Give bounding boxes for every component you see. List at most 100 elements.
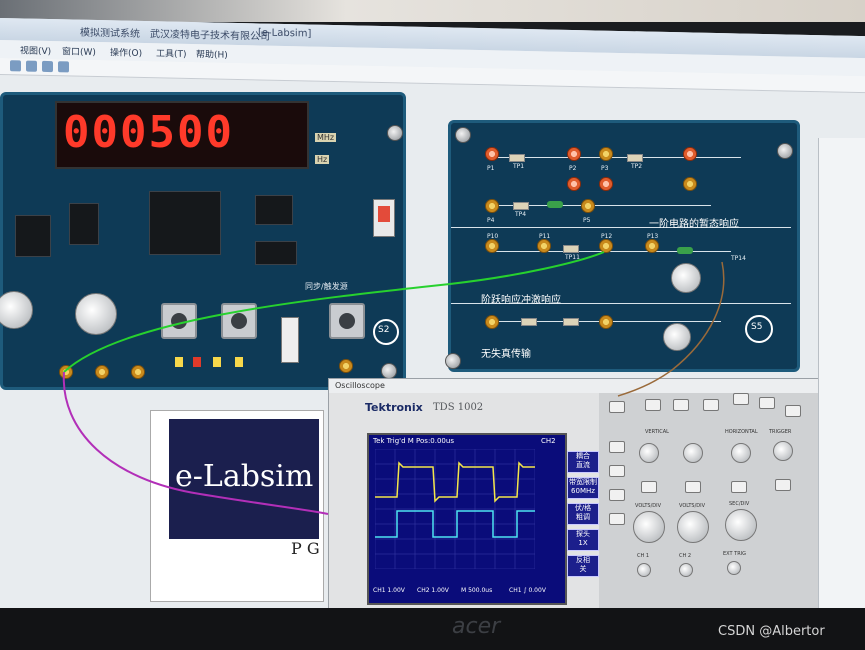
watermark: CSDN @Albertor [718, 624, 825, 639]
menu-help[interactable]: 帮助(H) [196, 47, 228, 61]
key-2[interactable] [645, 399, 661, 411]
key-3[interactable] [673, 399, 689, 411]
key-10[interactable] [609, 489, 625, 501]
jack-p5[interactable] [581, 199, 595, 213]
output-jack-2[interactable] [95, 365, 109, 379]
switch-label: 同步/触发源 [305, 282, 348, 291]
chip-mid [69, 203, 99, 245]
jack-p4[interactable] [485, 199, 499, 213]
output-jack-left[interactable] [59, 365, 73, 379]
sec-div-knob[interactable] [725, 509, 757, 541]
inductor-green [547, 201, 563, 208]
key-4[interactable] [703, 399, 719, 411]
jack-lossless-in[interactable] [485, 315, 499, 329]
menu-operate[interactable]: 操作(O) [110, 45, 142, 59]
inductor-green-2 [677, 247, 693, 254]
output-jack-4[interactable] [339, 359, 353, 373]
jack-p2[interactable] [567, 147, 581, 161]
bnc-ext-trig[interactable] [727, 561, 741, 575]
jack-p12[interactable] [599, 239, 613, 253]
trig-menu-key[interactable] [775, 479, 791, 491]
oscilloscope-window: Oscilloscope Tektronix TDS 1002 Tek Trig… [328, 378, 820, 610]
circuit-potentiometer-2[interactable] [663, 323, 691, 351]
horiz-menu-key[interactable] [731, 481, 747, 493]
side-menu-1-value: 直流 [576, 461, 590, 469]
bezel-brand: acer [452, 614, 501, 639]
toolbar-run-icon[interactable] [10, 60, 21, 72]
label-p12: P12 [601, 233, 613, 240]
side-menu-2[interactable]: 带宽限制 60MHz [567, 477, 599, 499]
jack-p11[interactable] [537, 239, 551, 253]
module-badge-s5: S5 [745, 315, 773, 343]
jack-p13[interactable] [645, 239, 659, 253]
res-tp11 [563, 245, 579, 253]
push-button-3[interactable] [329, 303, 365, 339]
toolbar-pause-icon[interactable] [26, 60, 37, 72]
jack-p9[interactable] [683, 177, 697, 191]
position-knob-ch1[interactable] [639, 443, 659, 463]
side-menu-5[interactable]: 反相关 [567, 555, 599, 577]
channel-label: CH2 [541, 437, 556, 445]
label-p1: P1 [487, 165, 495, 172]
toolbar-settings-icon[interactable] [58, 61, 69, 73]
toggle-switch[interactable] [281, 317, 299, 363]
oscilloscope-titlebar[interactable]: Oscilloscope [329, 379, 819, 393]
volts-div-knob-ch1[interactable] [633, 511, 665, 543]
menu-window[interactable]: 窗口(W) [62, 44, 96, 58]
key-8[interactable] [609, 441, 625, 453]
push-button-1[interactable] [161, 303, 197, 339]
title-company: 武汉凌特电子技术有限公司 [150, 29, 270, 43]
toolbar-stop-icon[interactable] [42, 60, 53, 73]
key-11[interactable] [609, 513, 625, 525]
fpga-chip [149, 191, 221, 255]
left-experiment-board: 000500 MHz Hz 同步/触发源 S2 [0, 92, 406, 390]
label-tp1: TP1 [513, 163, 525, 170]
trigger-level-knob[interactable] [773, 441, 793, 461]
push-button-2[interactable] [221, 303, 257, 339]
key-6[interactable] [759, 397, 775, 409]
menu-view[interactable]: 视图(V) [20, 43, 51, 57]
ch2-menu-key[interactable] [685, 481, 701, 493]
key-7[interactable] [785, 405, 801, 417]
jack-p3[interactable] [599, 147, 613, 161]
label-first-order: 一阶电路的暂态响应 [649, 219, 739, 230]
divider-line-1 [451, 227, 791, 228]
led-yellow-1 [175, 357, 183, 367]
position-knob-ch2[interactable] [683, 443, 703, 463]
horizontal-position-knob[interactable] [731, 443, 751, 463]
bnc-ch2[interactable] [679, 563, 693, 577]
side-menu-3[interactable]: 伏/格 粗调 [567, 503, 599, 525]
side-menu-1[interactable]: 耦合 直流 [567, 451, 599, 473]
screw-bl [445, 353, 461, 369]
output-jack-3[interactable] [131, 365, 145, 379]
status-line: Tek Trig'd M Pos:0.00us [373, 437, 454, 445]
screw-tr [777, 143, 793, 159]
desk-background [0, 0, 865, 22]
e-labsim-logo: e-Labsim [169, 419, 319, 539]
potentiometer-knob[interactable] [75, 293, 117, 335]
side-menu-3-label: 伏/格 [574, 504, 592, 512]
jack-p1[interactable] [485, 147, 499, 161]
circuit-potentiometer-1[interactable] [671, 263, 701, 293]
key-1[interactable] [609, 401, 625, 413]
knob-label-ch1: VOLTS/DIV [635, 503, 662, 509]
ch1-menu-key[interactable] [641, 481, 657, 493]
footer-time: M 500.0us [461, 587, 493, 594]
potentiometer-knob-left[interactable] [0, 291, 33, 329]
menu-tools[interactable]: 工具(T) [156, 46, 187, 60]
jack-p8[interactable] [599, 177, 613, 191]
key-5[interactable] [733, 393, 749, 405]
jack-p7[interactable] [567, 177, 581, 191]
trace-top [491, 157, 741, 158]
key-9[interactable] [609, 465, 625, 477]
side-menu-4[interactable]: 探头 1X [567, 529, 599, 551]
slide-switch[interactable] [373, 199, 395, 237]
jack-p6[interactable] [683, 147, 697, 161]
label-tp11: TP11 [565, 254, 580, 261]
bnc-ch1[interactable] [637, 563, 651, 577]
jack-lossless-mid[interactable] [599, 315, 613, 329]
volts-div-knob-ch2[interactable] [677, 511, 709, 543]
counter-digits: 000500 [63, 107, 234, 158]
jack-p10[interactable] [485, 239, 499, 253]
unit-hz: Hz [315, 155, 330, 164]
